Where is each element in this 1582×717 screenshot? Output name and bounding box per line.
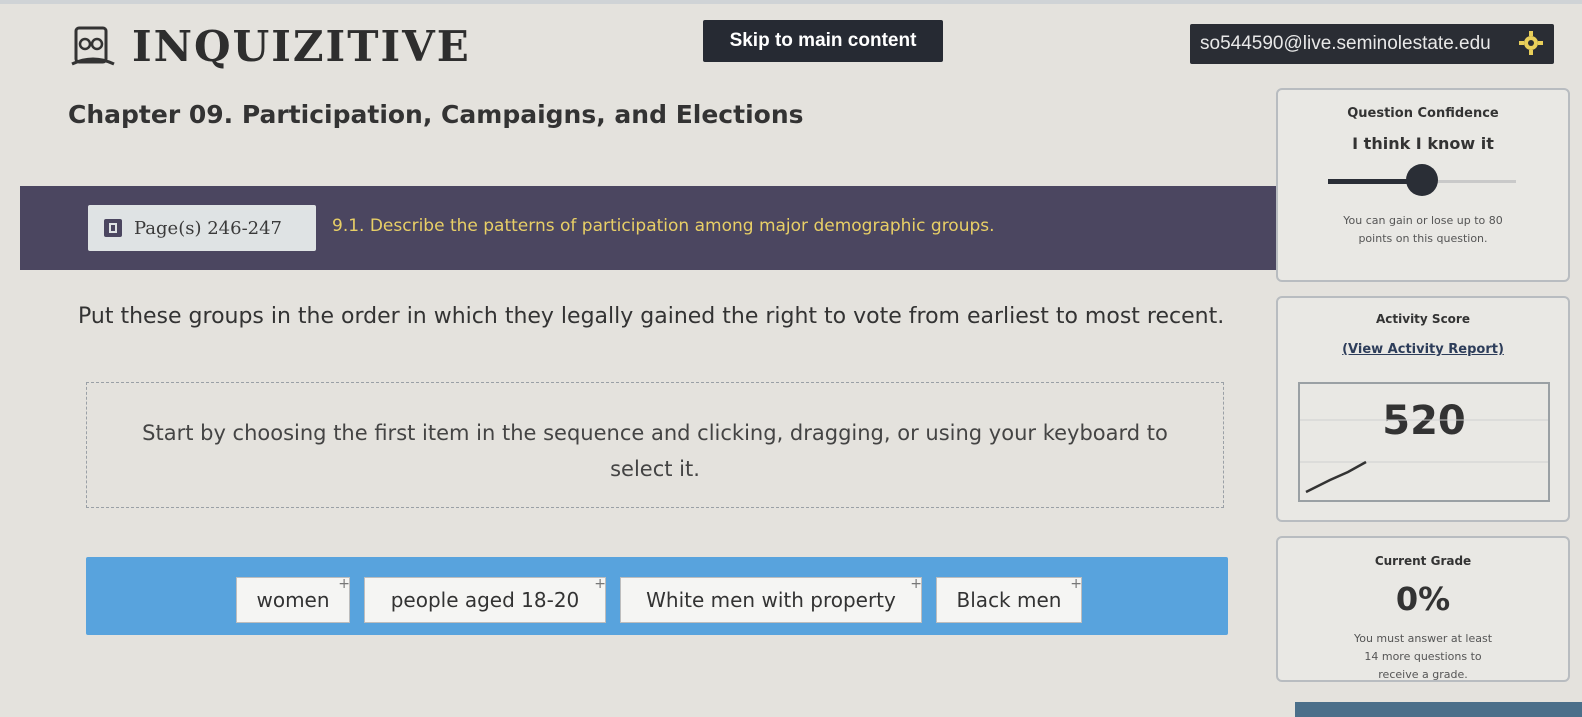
owl-logo-icon [71,26,115,65]
score-trend-sparkline [1300,419,1548,494]
inquizitive-logo[interactable]: INQUIZITIVE [68,22,471,71]
plus-icon: + [594,576,606,592]
activity-score-box: 520 [1298,382,1550,502]
choice-label: people aged 18-20 [390,588,580,612]
confidence-note: You can gain or lose up to 80 points on … [1343,214,1503,245]
pages-button[interactable]: Page(s) 246-247 [88,205,316,251]
confidence-value: I think I know it [1352,134,1494,153]
book-icon [104,219,122,237]
current-grade-panel: Current Grade 0% You must answer at leas… [1276,536,1570,682]
choice-label: women [256,588,330,612]
view-activity-report-link[interactable]: (View Activity Report) [1278,342,1568,357]
footer-strip [1295,702,1582,717]
sequence-drop-zone[interactable]: Start by choosing the first item in the … [86,382,1224,508]
choice-label: Black men [956,588,1062,612]
grade-value: 0% [1395,580,1451,618]
skip-to-main-button[interactable]: Skip to main content [703,20,943,62]
plus-icon: + [338,576,350,592]
top-border [0,0,1582,4]
gear-icon[interactable] [1518,30,1544,56]
plus-icon: + [1070,576,1082,592]
chapter-title: Chapter 09. Participation, Campaigns, an… [68,100,804,129]
activity-title: Activity Score [1376,312,1470,326]
choice-chip[interactable]: women + [236,576,350,623]
choice-chip[interactable]: Black men + [936,576,1082,623]
choice-chip[interactable]: people aged 18-20 + [364,576,606,623]
learning-objective: 9.1. Describe the patterns of participat… [332,216,995,236]
confidence-title: Question Confidence [1347,106,1499,121]
confidence-slider-handle[interactable] [1406,164,1438,196]
user-account-menu[interactable]: so544590@live.seminolestate.edu [1190,24,1554,64]
choice-chip[interactable]: White men with property + [620,576,922,623]
question-confidence-panel: Question Confidence I think I know it Yo… [1276,88,1570,282]
activity-score-panel: Activity Score (View Activity Report) 52… [1276,296,1570,522]
grade-note: You must answer at least 14 more questio… [1353,632,1493,681]
question-prompt: Put these groups in the order in which t… [78,304,1225,329]
choice-label: White men with property [646,588,896,612]
grade-title: Current Grade [1374,554,1472,568]
logo-text: INQUIZITIVE [132,22,471,71]
sequence-instruction: Start by choosing the first item in the … [142,421,1168,481]
plus-icon: + [910,576,922,592]
pages-label: Page(s) 246-247 [134,217,283,239]
user-email: so544590@live.seminolestate.edu [1200,33,1491,54]
